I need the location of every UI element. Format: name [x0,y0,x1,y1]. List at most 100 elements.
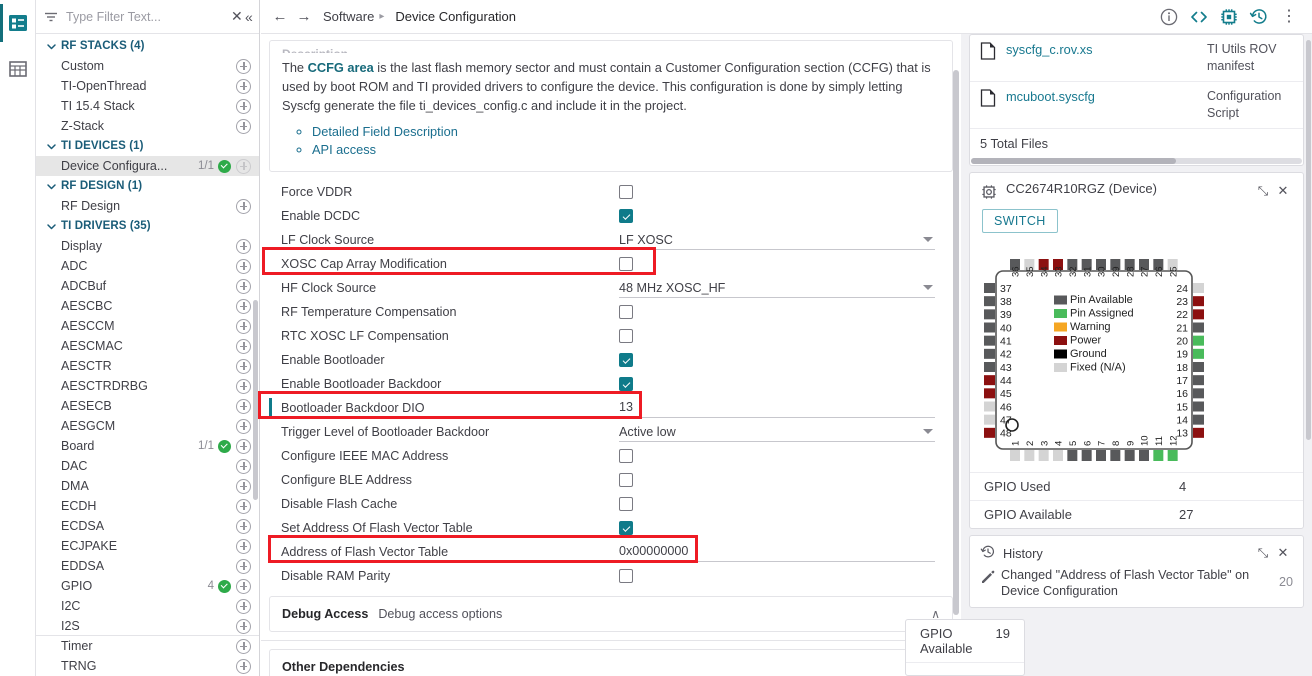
add-module-icon[interactable] [236,399,251,414]
sidebar-item-board[interactable]: Board1/1 [36,436,259,456]
field-address-of-flash-vector-table-input[interactable]: 0x00000000 [619,542,935,562]
file-row[interactable]: syscfg_c.rov.xsTI Utils ROV manifest [970,35,1303,81]
more-menu-icon[interactable]: ⋮ [1276,4,1302,30]
add-module-icon[interactable] [236,359,251,374]
rail-item-config-view[interactable] [0,0,36,46]
switch-device-button[interactable]: SWITCH [982,209,1058,233]
sidebar-item-adc[interactable]: ADC [36,256,259,276]
add-module-icon[interactable] [236,519,251,534]
code-icon[interactable] [1186,4,1212,30]
rail-item-table-view[interactable] [0,46,36,92]
expand-history-icon[interactable]: ⤡ [1253,543,1273,563]
add-module-icon[interactable] [236,79,251,94]
clear-filter-icon[interactable]: ✕ [231,8,243,26]
accordion-debug-access[interactable]: Debug Access Debug access options ∧ [269,596,953,632]
add-module-icon[interactable] [236,259,251,274]
sidebar-item-eddsa[interactable]: EDDSA [36,556,259,576]
add-module-icon[interactable] [236,559,251,574]
info-icon[interactable] [1156,4,1182,30]
sidebar-item-ti-openthread[interactable]: TI-OpenThread [36,76,259,96]
sidebar-scrollbar[interactable] [253,300,258,500]
field-lf-clock-source-select[interactable]: LF XOSC [619,230,935,250]
field-xosc-cap-array-modification-checkbox[interactable] [619,257,633,271]
forward-button[interactable]: → [293,6,315,28]
add-module-icon[interactable] [236,299,251,314]
field-rf-temperature-compensation-checkbox[interactable] [619,305,633,319]
sidebar-item-aesctrdrbg[interactable]: AESCTRDRBG [36,376,259,396]
add-module-icon[interactable] [236,199,251,214]
sidebar-item-aesecb[interactable]: AESECB [36,396,259,416]
sidebar-group-header[interactable]: RF STACKS (4) [36,36,259,56]
add-module-icon[interactable] [236,479,251,494]
history-icon[interactable] [1246,4,1272,30]
field-disable-ram-parity-checkbox[interactable] [619,569,633,583]
add-module-icon[interactable] [236,279,251,294]
sidebar-item-dma[interactable]: DMA [36,476,259,496]
add-module-icon[interactable] [236,379,251,394]
field-force-vddr-checkbox[interactable] [619,185,633,199]
add-module-icon[interactable] [236,459,251,474]
sidebar-item-custom[interactable]: Custom [36,56,259,76]
field-bootloader-backdoor-dio-input[interactable]: 13 [619,398,935,418]
field-rtc-xosc-lf-compensation-checkbox[interactable] [619,329,633,343]
sidebar-item-display[interactable]: Display [36,236,259,256]
sidebar-item-dac[interactable]: DAC [36,456,259,476]
add-module-icon[interactable] [236,579,251,594]
add-module-icon[interactable] [236,439,251,454]
add-module-icon[interactable] [236,499,251,514]
add-module-icon[interactable] [236,419,251,434]
add-module-icon[interactable] [236,319,251,334]
field-configure-ble-address-checkbox[interactable] [619,473,633,487]
accordion-other-dependencies[interactable]: Other Dependencies ∨ [269,649,953,676]
collapse-sidebar-icon[interactable]: « [245,8,253,26]
close-device-icon[interactable]: ✕ [1273,181,1293,201]
add-module-icon[interactable] [236,159,251,174]
sidebar-item-adcbuf[interactable]: ADCBuf [36,276,259,296]
field-disable-flash-cache-checkbox[interactable] [619,497,633,511]
back-button[interactable]: ← [269,6,291,28]
main-scrollbar[interactable] [953,70,959,615]
file-name[interactable]: mcuboot.syscfg [1006,88,1207,106]
file-row[interactable]: mcuboot.syscfgConfiguration Script [970,81,1303,128]
expand-device-icon[interactable]: ⤡ [1253,181,1273,201]
sidebar-item-aescbc[interactable]: AESCBC [36,296,259,316]
field-trigger-level-of-bootloader-backdoor-select[interactable]: Active low [619,422,935,442]
add-module-icon[interactable] [236,539,251,554]
sidebar-item-z-stack[interactable]: Z-Stack [36,116,259,136]
sidebar-item-timer[interactable]: Timer [36,636,259,656]
field-set-address-of-flash-vector-table-checkbox[interactable] [619,521,633,535]
sidebar-group-header[interactable]: TI DEVICES (1) [36,136,259,156]
add-module-icon[interactable] [236,339,251,354]
sidebar-item-trng[interactable]: TRNG [36,656,259,676]
files-horizontal-scrollbar[interactable] [971,158,1302,164]
add-module-icon[interactable] [236,119,251,134]
sidebar-item-aesgcm[interactable]: AESGCM [36,416,259,436]
sidebar-item-ecjpake[interactable]: ECJPAKE [36,536,259,556]
sidebar-item-aesccm[interactable]: AESCCM [36,316,259,336]
sidebar-item-ti-15-4-stack[interactable]: TI 15.4 Stack [36,96,259,116]
sidebar-item-i2c[interactable]: I2C [36,596,259,616]
link-detailed-field-description[interactable]: Detailed Field Description [312,124,458,139]
sidebar-item-gpio[interactable]: GPIO4 [36,576,259,596]
sidebar-group-header[interactable]: RF DESIGN (1) [36,176,259,196]
add-module-icon[interactable] [236,99,251,114]
field-enable-bootloader-backdoor-checkbox[interactable] [619,377,633,391]
add-module-icon[interactable] [236,59,251,74]
field-enable-dcdc-checkbox[interactable] [619,209,633,223]
add-module-icon[interactable] [236,659,251,674]
field-enable-bootloader-checkbox[interactable] [619,353,633,367]
field-hf-clock-source-select[interactable]: 48 MHz XOSC_HF [619,278,935,298]
history-entry[interactable]: Changed "Address of Flash Vector Table" … [970,567,1303,607]
sidebar-item-rf-design[interactable]: RF Design [36,196,259,216]
sidebar-item-ecdsa[interactable]: ECDSA [36,516,259,536]
chip-icon[interactable] [1216,4,1242,30]
sidebar-item-device-configura[interactable]: Device Configura...1/1 [36,156,259,176]
add-module-icon[interactable] [236,619,251,634]
sidebar-item-aesctr[interactable]: AESCTR [36,356,259,376]
file-name[interactable]: syscfg_c.rov.xs [1006,41,1207,59]
close-history-icon[interactable]: ✕ [1273,543,1293,563]
sidebar-group-header[interactable]: TI DRIVERS (35) [36,216,259,236]
add-module-icon[interactable] [236,599,251,614]
add-module-icon[interactable] [236,239,251,254]
right-panel-scrollbar[interactable] [1306,40,1311,440]
